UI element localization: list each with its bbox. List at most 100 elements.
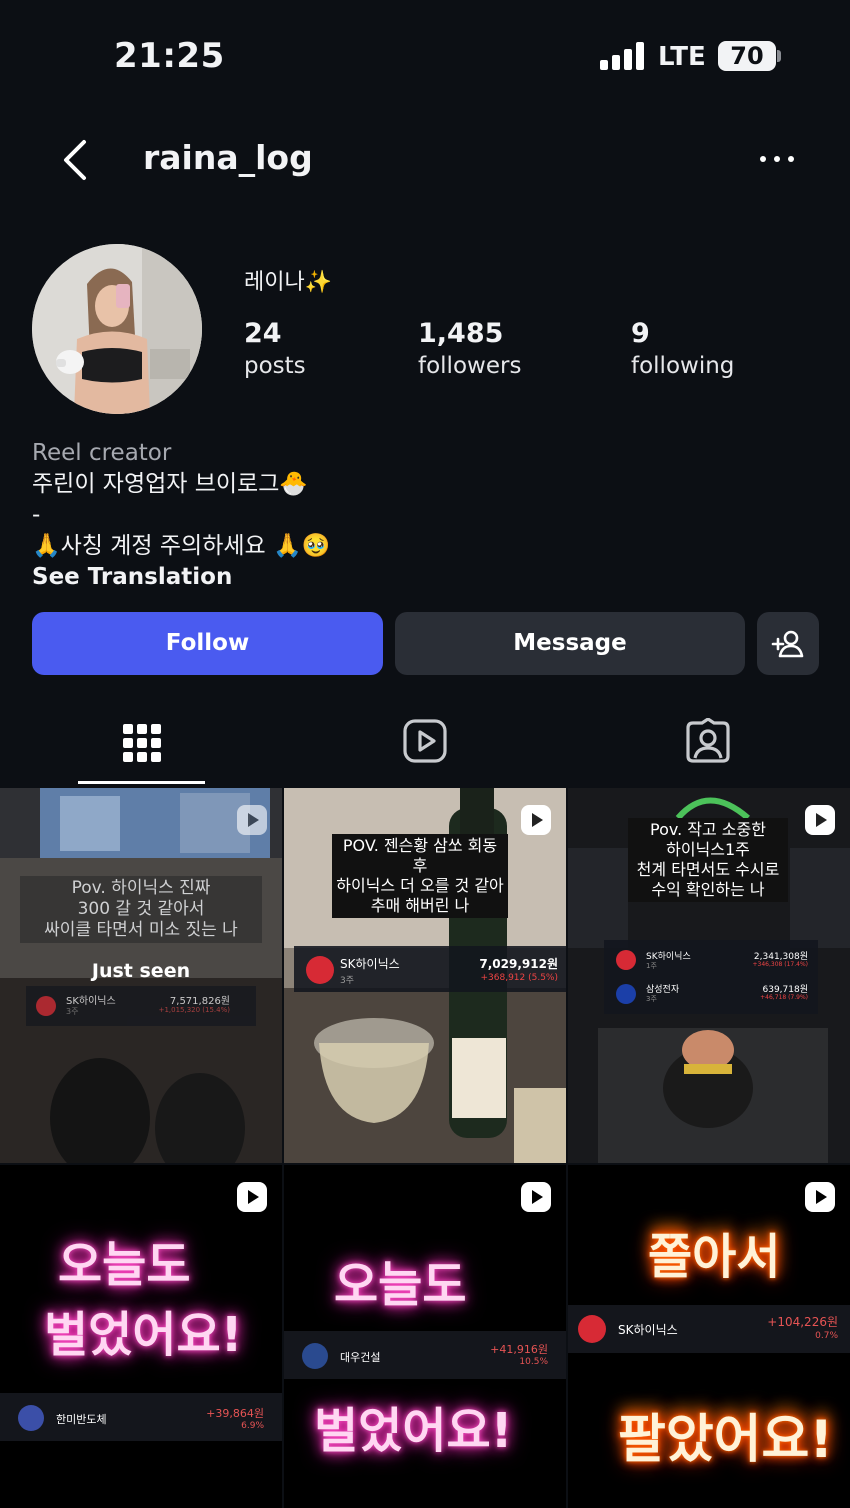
bio-line: 🙏사칭 계정 주의하세요 🙏🥹 bbox=[32, 533, 331, 559]
caption-line: 싸이클 타면서 미소 짓는 나 bbox=[44, 920, 238, 940]
caption-line: Pov. 작고 소중한 bbox=[650, 820, 766, 839]
signal-icon bbox=[600, 42, 646, 70]
post-caption: Pov. 하이닉스 진짜 300 갈 것 같아서 싸이클 타면서 미소 짓는 나 bbox=[20, 876, 262, 943]
status-bar: 21:25 LTE 70 bbox=[0, 0, 850, 110]
follow-button[interactable]: Follow bbox=[32, 612, 383, 675]
post-caption: POV. 젠슨황 삼쏘 회동 후 하이닉스 더 오를 것 같아 추매 해버린 나 bbox=[332, 834, 508, 918]
stock-logo-icon bbox=[36, 996, 56, 1016]
post-caption: Pov. 작고 소중한 하이닉스1주 천계 타면서도 수시로 수익 확인하는 나 bbox=[628, 818, 788, 902]
stat-value: 24 bbox=[244, 318, 282, 349]
overlay-text: 벌었어요! bbox=[44, 1307, 243, 1363]
tab-reels[interactable] bbox=[283, 700, 566, 788]
stat-followers[interactable]: 1,485 followers bbox=[418, 318, 521, 379]
just-seen-badge: Just seen bbox=[91, 960, 191, 982]
reel-icon bbox=[805, 1182, 835, 1212]
stock-qty: 3주 bbox=[340, 976, 355, 986]
add-person-icon bbox=[771, 630, 804, 658]
active-tab-indicator bbox=[78, 781, 205, 784]
grid-post[interactable]: Pov. 하이닉스 진짜 300 갈 것 같아서 싸이클 타면서 미소 짓는 나… bbox=[0, 788, 282, 1163]
stock-logo-icon bbox=[18, 1405, 44, 1431]
overlay-text: 벌었어요! bbox=[314, 1403, 513, 1459]
stat-label: following bbox=[631, 353, 735, 379]
grid-post[interactable]: Pov. 작고 소중한 하이닉스1주 천계 타면서도 수시로 수익 확인하는 나… bbox=[568, 788, 850, 1163]
grid-post[interactable]: 쫄아서 SK하이닉스 +104,226원 0.7% 팔았어요! bbox=[568, 1165, 850, 1508]
stat-following[interactable]: 9 following bbox=[631, 318, 734, 379]
stat-posts[interactable]: 24 posts bbox=[244, 318, 306, 379]
caption-line: 하이닉스 더 오를 것 같아 bbox=[336, 876, 504, 895]
stock-amount: +41,916원 bbox=[490, 1343, 548, 1356]
stock-name: SK하이닉스 bbox=[618, 1323, 678, 1337]
stock-name: 대우건설 bbox=[340, 1351, 381, 1364]
stat-value: 9 bbox=[631, 318, 650, 349]
stock-name: 한미반도체 bbox=[56, 1413, 107, 1426]
chevron-left-icon[interactable] bbox=[56, 136, 96, 184]
caption-line: 천계 타면서도 수시로 bbox=[636, 860, 780, 879]
caption-line: POV. 젠슨황 삼쏘 회동 후 bbox=[342, 836, 498, 875]
reel-icon bbox=[237, 1182, 267, 1212]
stock-pct: 6.9% bbox=[241, 1421, 264, 1431]
stock-card: SK하이닉스 3주 7,571,826원 +1,015,320 (15.4%) bbox=[26, 986, 256, 1026]
stock-name: SK하이닉스 bbox=[340, 957, 400, 971]
stock-pct: 0.7% bbox=[815, 1331, 838, 1341]
caption-line: 300 갈 것 같아서 bbox=[77, 899, 205, 919]
stock-qty: 3주 bbox=[66, 1007, 79, 1016]
avatar[interactable] bbox=[32, 244, 202, 414]
caption-line: 수익 확인하는 나 bbox=[651, 880, 765, 899]
caption-line: 추매 해버린 나 bbox=[370, 896, 470, 915]
reel-icon bbox=[237, 805, 267, 835]
stock-card: SK하이닉스 +104,226원 0.7% bbox=[568, 1305, 850, 1353]
overlay-text: 오늘도 bbox=[334, 1257, 467, 1313]
display-name: 레이나✨ bbox=[244, 270, 333, 295]
grid-post[interactable]: POV. 젠슨황 삼쏘 회동 후 하이닉스 더 오를 것 같아 추매 해버린 나… bbox=[284, 788, 566, 1163]
stock-logo-icon bbox=[302, 1343, 328, 1369]
posts-grid: Pov. 하이닉스 진짜 300 갈 것 같아서 싸이클 타면서 미소 짓는 나… bbox=[0, 788, 850, 1508]
stock-card: SK하이닉스 1주 2,341,308원 +346,308 (17.4%) 삼성… bbox=[604, 940, 818, 1014]
stock-amount: +104,226원 bbox=[767, 1315, 838, 1329]
see-translation-link[interactable]: See Translation bbox=[32, 562, 822, 593]
bio-category: Reel creator bbox=[32, 440, 172, 466]
message-button[interactable]: Message bbox=[395, 612, 745, 675]
stock-qty: 1주 bbox=[646, 962, 657, 970]
stock-logo-icon bbox=[578, 1315, 606, 1343]
caption-line: Pov. 하이닉스 진짜 bbox=[71, 878, 211, 898]
stat-value: 1,485 bbox=[418, 318, 504, 349]
stock-qty: 3주 bbox=[646, 995, 657, 1003]
profile-header: raina_log bbox=[0, 120, 850, 200]
reel-icon bbox=[521, 805, 551, 835]
overlay-text: 팔았어요! bbox=[618, 1410, 834, 1470]
network-label: LTE bbox=[658, 42, 706, 72]
reel-icon bbox=[521, 1182, 551, 1212]
stock-logo-icon bbox=[616, 984, 636, 1004]
battery-icon: 70 bbox=[718, 41, 776, 71]
stock-amount: 7,029,912원 bbox=[479, 957, 558, 971]
stock-change: +1,015,320 (15.4%) bbox=[158, 1006, 230, 1014]
stock-change: +368,912 (5.5%) bbox=[480, 973, 558, 983]
stock-change: +46,718 (7.9%) bbox=[760, 994, 808, 1001]
tab-posts-grid[interactable] bbox=[0, 700, 283, 788]
tab-tagged[interactable] bbox=[566, 700, 849, 788]
stock-card: 대우건설 +41,916원 10.5% bbox=[284, 1331, 566, 1379]
battery-tip bbox=[777, 50, 781, 62]
stock-amount: 7,571,826원 bbox=[169, 996, 230, 1007]
stock-name: SK하이닉스 bbox=[66, 996, 116, 1007]
stock-logo-icon bbox=[616, 950, 636, 970]
stock-pct: 10.5% bbox=[519, 1357, 548, 1367]
stock-change: +346,308 (17.4%) bbox=[752, 961, 809, 968]
page-title: raina_log bbox=[143, 138, 313, 177]
add-person-button[interactable] bbox=[757, 612, 819, 675]
ellipsis-icon[interactable] bbox=[758, 146, 798, 170]
status-time: 21:25 bbox=[114, 36, 225, 76]
grid-post[interactable]: 오늘도 대우건설 +41,916원 10.5% 벌었어요! bbox=[284, 1165, 566, 1508]
stat-label: posts bbox=[244, 353, 306, 379]
stock-card: SK하이닉스 3주 7,029,912원 +368,912 (5.5%) bbox=[294, 946, 566, 992]
stat-label: followers bbox=[418, 353, 522, 379]
grid-post[interactable]: 오늘도 벌었어요! 한미반도체 +39,864원 6.9% bbox=[0, 1165, 282, 1508]
overlay-text: 오늘도 bbox=[58, 1237, 191, 1293]
caption-line: 하이닉스1주 bbox=[666, 840, 750, 859]
profile-tabs bbox=[0, 700, 850, 788]
stock-card: 한미반도체 +39,864원 6.9% bbox=[0, 1393, 282, 1441]
bio-line: - bbox=[32, 502, 41, 528]
bio-line: 주린이 자영업자 브이로그🐣 bbox=[32, 471, 309, 497]
reel-icon bbox=[805, 805, 835, 835]
grid-icon bbox=[122, 724, 161, 762]
